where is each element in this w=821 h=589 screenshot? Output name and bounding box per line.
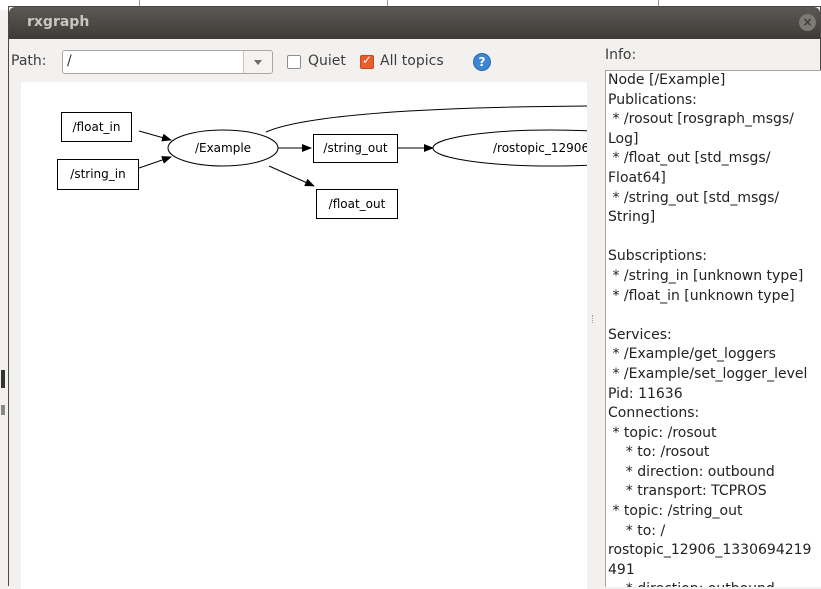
edge-example-rosout bbox=[265, 105, 587, 133]
quiet-checkbox[interactable] bbox=[287, 55, 301, 69]
rxgraph-window: rxgraph × Path: Quiet All topics ? bbox=[8, 6, 821, 589]
edge-float_in-example bbox=[138, 130, 172, 142]
path-combobox[interactable] bbox=[62, 50, 273, 74]
quiet-label[interactable]: Quiet bbox=[308, 53, 352, 69]
edge-example-float_out bbox=[268, 165, 315, 187]
info-label: Info: bbox=[605, 47, 637, 63]
help-icon[interactable]: ? bbox=[473, 53, 491, 71]
edge-mark bbox=[1, 405, 5, 415]
node-string_out[interactable]: /string_out bbox=[313, 134, 398, 163]
graph-canvas[interactable]: /float_in /string_in /Example /string_ou… bbox=[21, 82, 587, 589]
splitter-grip-icon[interactable] bbox=[592, 315, 595, 323]
info-text[interactable]: Node [/Example] Publications: * /rosout … bbox=[608, 71, 821, 587]
window-title: rxgraph bbox=[27, 14, 90, 30]
edge-string_in-example bbox=[138, 156, 172, 169]
node-example[interactable]: /Example bbox=[173, 139, 273, 157]
node-float_out[interactable]: /float_out bbox=[316, 189, 398, 219]
all-topics-checkbox[interactable] bbox=[360, 53, 374, 69]
close-icon[interactable]: × bbox=[799, 14, 816, 31]
pane-splitter[interactable] bbox=[587, 82, 599, 589]
path-input[interactable] bbox=[67, 53, 237, 69]
node-float_in[interactable]: /float_in bbox=[61, 112, 132, 142]
title-bar[interactable]: rxgraph × bbox=[9, 7, 820, 39]
path-dropdown-button[interactable] bbox=[243, 51, 272, 73]
all-topics-label[interactable]: All topics bbox=[380, 53, 455, 69]
chevron-down-icon bbox=[254, 60, 262, 65]
path-label: Path: bbox=[11, 53, 47, 69]
info-panel[interactable]: Node [/Example] Publications: * /rosout … bbox=[605, 70, 821, 587]
node-string_in[interactable]: /string_in bbox=[57, 159, 139, 190]
toolbar: Path: Quiet All topics ? bbox=[9, 39, 599, 79]
edge-mark bbox=[1, 370, 5, 388]
node-rostopic[interactable]: /rostopic_12906_1330694219491 bbox=[493, 139, 587, 157]
